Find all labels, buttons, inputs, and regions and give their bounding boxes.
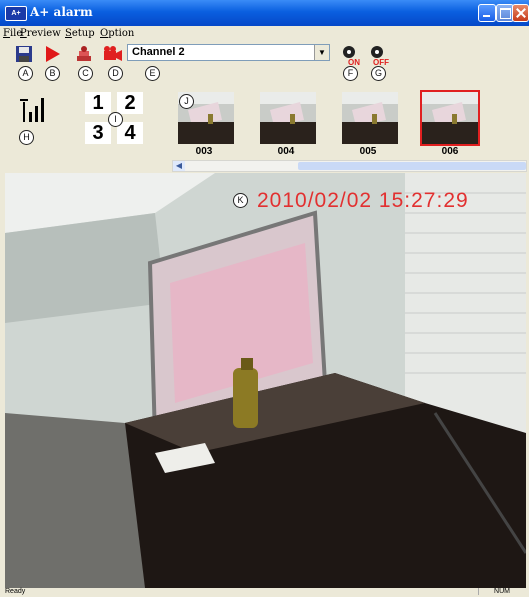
channel-select-value: Channel 2: [132, 46, 185, 58]
split-3[interactable]: 3: [85, 122, 111, 144]
thumbnail-label: 004: [277, 146, 295, 157]
menu-preview[interactable]: Preview: [20, 28, 61, 39]
preview-panel: H 1 2 3 4 I 003 004 005 006 J ◀: [0, 82, 529, 172]
callout-badge-c: C: [78, 66, 93, 81]
channel-thumbnail-004[interactable]: [258, 90, 318, 146]
channel-thumbnail-005[interactable]: [340, 90, 400, 146]
thumbnail-scrollbar[interactable]: ◀: [172, 160, 527, 172]
callout-badge-j: J: [179, 94, 194, 109]
status-text: Ready: [5, 588, 26, 595]
alarm-off-icon[interactable]: OFF: [368, 44, 392, 67]
callout-badge-a: A: [18, 66, 33, 81]
thumbnail-label: 005: [359, 146, 377, 157]
video-timestamp: 2010/02/02 15:27:29: [257, 189, 469, 212]
camera-scene: [5, 173, 526, 588]
status-bar: Ready NUM: [0, 588, 529, 597]
chevron-down-icon[interactable]: ▼: [314, 45, 329, 60]
callout-badge-i: I: [108, 112, 123, 127]
scroll-left-icon[interactable]: ◀: [173, 161, 185, 171]
split-1[interactable]: 1: [85, 92, 111, 114]
menu-setup[interactable]: Setup: [65, 28, 95, 39]
thumbnail-label: 003: [195, 146, 213, 157]
live-video-view[interactable]: K 2010/02/02 15:27:29: [5, 173, 526, 588]
window-title: A+ alarm: [30, 5, 93, 19]
save-icon[interactable]: [14, 44, 34, 64]
channel-thumbnail-006[interactable]: [420, 90, 480, 146]
thumbnail-label: 006: [441, 146, 459, 157]
channel-select[interactable]: Channel 2 ▼: [127, 44, 330, 61]
app-icon: A+: [5, 6, 27, 21]
toolbar: Channel 2 ▼ ON OFF A B C D E F G: [0, 42, 529, 82]
play-icon[interactable]: [42, 44, 62, 64]
callout-badge-g: G: [371, 66, 386, 81]
alarm-off-label: OFF: [373, 58, 389, 66]
camera-icon[interactable]: [102, 44, 122, 64]
scrollbar-thumb[interactable]: [298, 162, 526, 170]
minimize-button[interactable]: [478, 4, 496, 22]
close-button[interactable]: [512, 4, 529, 22]
record-stack-icon[interactable]: [74, 44, 94, 64]
num-lock-indicator: NUM: [478, 588, 525, 595]
menu-bar: File Preview Setup Option: [0, 26, 529, 42]
signal-strength-icon: [20, 94, 50, 129]
title-bar: A+ A+ alarm: [0, 0, 529, 26]
callout-badge-f: F: [343, 66, 358, 81]
split-4[interactable]: 4: [117, 122, 143, 144]
callout-badge-d: D: [108, 66, 123, 81]
callout-badge-k: K: [233, 193, 248, 208]
menu-option[interactable]: Option: [100, 28, 134, 39]
callout-badge-e: E: [145, 66, 160, 81]
alarm-on-icon[interactable]: ON: [340, 44, 362, 67]
callout-badge-b: B: [45, 66, 60, 81]
split-2[interactable]: 2: [117, 92, 143, 114]
alarm-on-label: ON: [348, 58, 360, 66]
callout-badge-h: H: [19, 130, 34, 145]
